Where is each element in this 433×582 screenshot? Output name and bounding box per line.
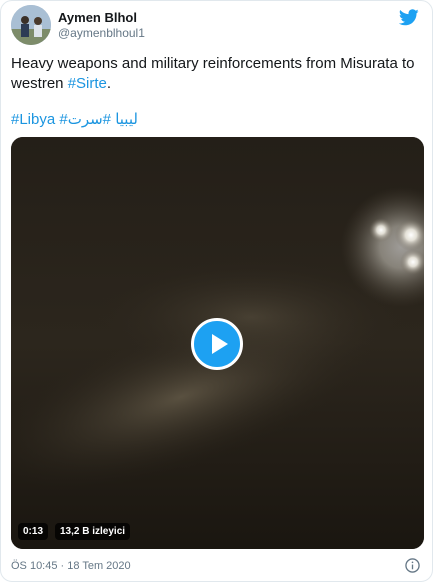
author-name[interactable]: Aymen Blhol bbox=[58, 10, 145, 25]
embedded-tweet: Aymen Blhol @aymenblhoul1 Heavy weapons … bbox=[0, 0, 433, 582]
info-icon[interactable] bbox=[405, 558, 420, 573]
hashtag-sirte[interactable]: #Sirte bbox=[68, 75, 107, 92]
author-block[interactable]: Aymen Blhol @aymenblhoul1 bbox=[58, 10, 145, 41]
tweet-timestamp[interactable]: ÖS 10:45 · 18 Tem 2020 bbox=[11, 559, 131, 573]
hashtags-line[interactable]: #Libya #ليبيا #سرت bbox=[11, 110, 138, 130]
twitter-bird-icon[interactable] bbox=[398, 9, 419, 26]
author-handle[interactable]: @aymenblhoul1 bbox=[58, 25, 145, 41]
video-duration: 0:13 bbox=[18, 523, 49, 540]
tweet-text-end: . bbox=[106, 75, 112, 92]
tweet-text: Heavy weapons and military reinforcement… bbox=[11, 54, 426, 94]
view-count: 13,2 B izleyici bbox=[55, 523, 131, 540]
play-button[interactable] bbox=[191, 318, 243, 370]
video-player[interactable]: 0:13 13,2 B izleyici bbox=[11, 137, 424, 549]
avatar[interactable] bbox=[11, 5, 51, 45]
play-icon bbox=[212, 334, 228, 354]
